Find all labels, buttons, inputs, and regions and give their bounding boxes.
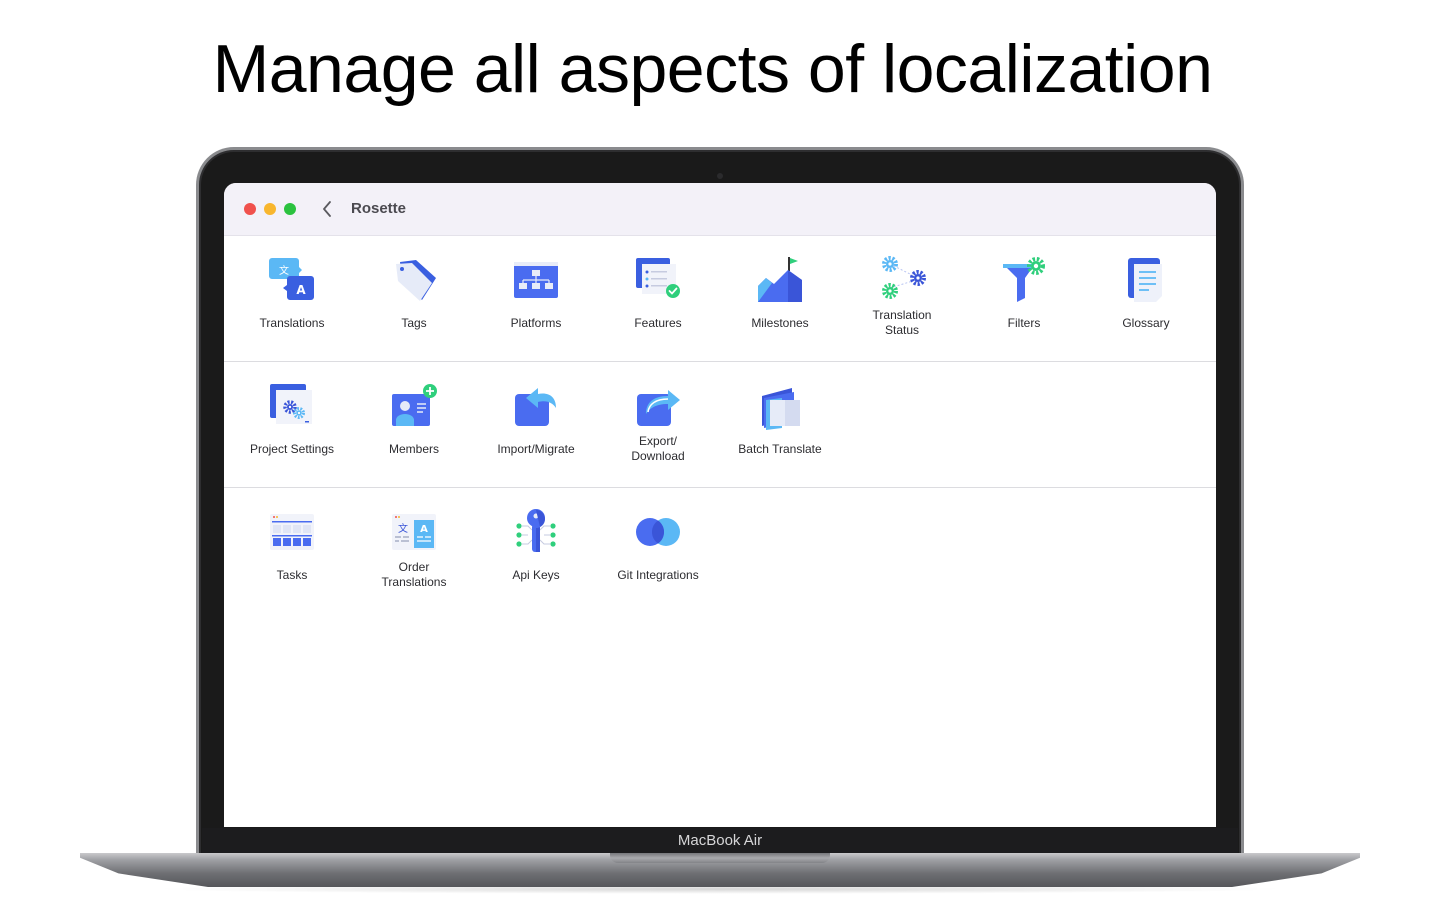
- translations-icon: 文 A: [269, 258, 314, 300]
- feature-api-keys[interactable]: Api Keys: [475, 488, 597, 614]
- feature-milestones[interactable]: Milestones: [719, 236, 841, 362]
- feature-git-integrations[interactable]: Git Integrations: [597, 488, 719, 614]
- gears-status-icon: [882, 256, 926, 299]
- feature-row-2: Project Settings Members Import/Migrate: [224, 362, 1216, 488]
- export-icon: [637, 390, 680, 426]
- milestone-flag-icon: [758, 257, 802, 302]
- label-line: Translations: [381, 575, 447, 589]
- feature-label: Tasks: [276, 568, 308, 582]
- members-icon: [392, 384, 437, 426]
- feature-label: Milestones: [751, 316, 809, 330]
- feature-project-settings[interactable]: Project Settings: [231, 362, 353, 488]
- window-title: Rosette: [351, 200, 407, 217]
- svg-text:文: 文: [398, 522, 408, 535]
- feature-glossary[interactable]: Glossary: [1085, 236, 1207, 362]
- import-icon: [515, 388, 556, 426]
- back-button[interactable]: [320, 199, 334, 219]
- feature-label: Api Keys: [512, 568, 560, 582]
- feature-tasks[interactable]: Tasks: [231, 488, 353, 614]
- api-key-icon: [516, 509, 556, 552]
- feature-label: Filters: [1007, 316, 1041, 330]
- feature-label: Git Integrations: [617, 568, 699, 582]
- minimize-window-button[interactable]: [264, 203, 276, 215]
- project-settings-icon: [270, 384, 312, 424]
- label-line: Order: [398, 560, 430, 574]
- platforms-icon: [514, 262, 558, 298]
- feature-label: Order Translations: [353, 560, 475, 590]
- feature-label: Features: [634, 316, 682, 330]
- feature-features[interactable]: Features: [597, 236, 719, 362]
- filter-icon: [1003, 257, 1045, 302]
- feature-translations[interactable]: 文 A Translations: [231, 236, 353, 362]
- zoom-window-button[interactable]: [284, 203, 296, 215]
- git-integrations-icon: [636, 518, 680, 546]
- feature-label: Glossary: [1122, 316, 1170, 330]
- feature-label: Platforms: [510, 316, 562, 330]
- feature-order-translations[interactable]: 文 A Order Translations: [353, 488, 475, 614]
- batch-translate-icon: [762, 388, 800, 430]
- svg-text:A: A: [296, 283, 306, 297]
- svg-text:文: 文: [279, 264, 289, 277]
- features-icon: [636, 258, 680, 298]
- feature-row-3: Tasks 文 A Order Translations Api Keys Gi…: [224, 488, 1216, 614]
- feature-label: Project Settings: [249, 442, 335, 456]
- feature-label: Translation Status: [841, 308, 963, 338]
- feature-label: Translations: [259, 316, 325, 330]
- label-line: Translation: [872, 308, 932, 322]
- headline: Manage all aspects of localization: [212, 31, 1213, 107]
- feature-label: Export/ Download: [597, 434, 719, 464]
- feature-translation-status[interactable]: Translation Status: [841, 236, 963, 362]
- svg-text:A: A: [420, 524, 428, 535]
- title-bar: Rosette: [224, 183, 1216, 236]
- feature-label: Tags: [401, 316, 427, 330]
- label-line: Export/: [638, 434, 677, 448]
- laptop-notch: [610, 853, 830, 863]
- feature-tags[interactable]: Tags: [353, 236, 475, 362]
- label-line: Status: [884, 323, 920, 337]
- chevron-left-icon: [323, 201, 331, 217]
- device-label: MacBook Air: [677, 832, 763, 849]
- feature-label: Import/Migrate: [497, 442, 575, 456]
- tag-icon: [396, 260, 436, 301]
- order-translations-icon: 文 A: [392, 514, 436, 550]
- feature-export-download[interactable]: Export/ Download: [597, 362, 719, 488]
- feature-members[interactable]: Members: [353, 362, 475, 488]
- feature-filters[interactable]: Filters: [963, 236, 1085, 362]
- glossary-icon: [1128, 258, 1162, 302]
- feature-label: Batch Translate: [738, 442, 822, 456]
- feature-batch-translate[interactable]: Batch Translate: [719, 362, 841, 488]
- close-window-button[interactable]: [244, 203, 256, 215]
- camera: [717, 173, 723, 179]
- label-line: Download: [631, 449, 685, 463]
- tasks-icon: [270, 514, 314, 550]
- feature-platforms[interactable]: Platforms: [475, 236, 597, 362]
- feature-label: Members: [388, 442, 439, 456]
- feature-row-1: 文 A Translations Tags Platforms Features…: [224, 236, 1216, 362]
- feature-import-migrate[interactable]: Import/Migrate: [475, 362, 597, 488]
- app-window: Rosette 文 A Translations Tags Platforms …: [224, 183, 1216, 827]
